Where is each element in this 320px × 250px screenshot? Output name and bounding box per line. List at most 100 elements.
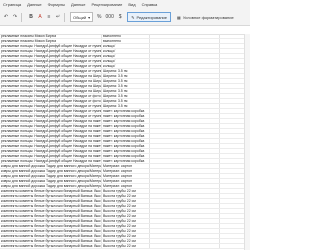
cell-product-name[interactable]: рекламные польцы: Наседр/Цянфуй общие На…: [0, 149, 102, 153]
menu-item[interactable]: Формулы: [45, 2, 68, 7]
cell-attribute[interactable]: Высота трубы 22 см: [102, 209, 150, 213]
cell-attribute[interactable]: Высота трубы 22 см: [102, 214, 150, 218]
cell-attribute[interactable]: Материал: картон: [102, 164, 150, 168]
cell-product-name[interactable]: рекламные польцы: Наседр/Цянфуй общие На…: [0, 59, 102, 63]
cell-attribute[interactable]: кольцо/: [102, 49, 150, 53]
cell-product-name[interactable]: ковры для ванной дорожка Тадир для ванно…: [0, 169, 102, 173]
cell-attribute[interactable]: Материал: картон: [102, 169, 150, 173]
cell-attribute[interactable]: Высота трубы 22 см: [102, 239, 150, 243]
cell-product-name[interactable]: комплекты компеты белые бутылочки бинарн…: [0, 229, 102, 233]
cell-extra[interactable]: [150, 109, 220, 113]
cell-extra[interactable]: [150, 119, 220, 123]
bold-icon[interactable]: B: [28, 14, 34, 20]
cell-product-name[interactable]: рекламные польцы: Наседр/Цянфуй общие На…: [0, 124, 102, 128]
cell-extra[interactable]: [150, 134, 220, 138]
cell-product-name[interactable]: рекламные польцы: Наседр/Цянфуй общие На…: [0, 54, 102, 58]
cell-product-name[interactable]: комплекты компеты белые бутылочки бинарн…: [0, 204, 102, 208]
cell-product-name[interactable]: рекламные польцы: Наседр/Цянфуй общие На…: [0, 139, 102, 143]
cell-product-name[interactable]: рекламные польцы: Наседр/Цянфуй общие На…: [0, 159, 102, 163]
menu-item[interactable]: Данные: [24, 2, 44, 7]
cell-extra[interactable]: [150, 244, 220, 248]
cell-attribute[interactable]: пакет: картонная коробка: [102, 109, 150, 113]
editing-mode-button[interactable]: ✎ Редактирование: [127, 12, 172, 22]
cell-product-name[interactable]: рекламные польцы: Наседр/Цянфуй общие На…: [0, 99, 102, 103]
cell-attribute[interactable]: Высота трубы 22 см: [102, 234, 150, 238]
cell-extra[interactable]: [150, 64, 220, 68]
cell-extra[interactable]: [150, 209, 220, 213]
cell-attribute[interactable]: Материал: картон: [102, 174, 150, 178]
cell-attribute[interactable]: пакет: картонная коробка: [102, 114, 150, 118]
cell-product-name[interactable]: рекламные польцы: Наседр/Цянфуй общие На…: [0, 109, 102, 113]
cell-product-name[interactable]: рекламные польцы: Наседр/Цянфуй общие На…: [0, 134, 102, 138]
cell-extra[interactable]: [150, 219, 220, 223]
cell-attribute[interactable]: Ширина: 3.5 гм: [102, 74, 150, 78]
cell-extra[interactable]: [150, 49, 220, 53]
cell-product-name[interactable]: рекламные польцы: Наседр/Цянфуй общие На…: [0, 69, 102, 73]
menu-item[interactable]: Вид: [125, 2, 138, 7]
cell-attribute[interactable]: Ширина: 3.5 гм: [102, 69, 150, 73]
redo-icon[interactable]: ↷: [12, 14, 18, 20]
cell-attribute[interactable]: Высота трубы 22 см: [102, 194, 150, 198]
cell-attribute[interactable]: пакет: картонная коробка: [102, 134, 150, 138]
cell-extra[interactable]: [150, 39, 220, 43]
cell-extra[interactable]: [150, 79, 220, 83]
cell-product-name[interactable]: рекламные польцы: Наседр/Цянфуй общие На…: [0, 49, 102, 53]
cell-extra[interactable]: [150, 99, 220, 103]
cell-product-name[interactable]: рекламные польцы: Наседр/Цянфуй общие На…: [0, 94, 102, 98]
cell-extra[interactable]: [150, 84, 220, 88]
cell-extra[interactable]: [150, 89, 220, 93]
cell-attribute[interactable]: пакет: картонная коробка: [102, 119, 150, 123]
cell-extra[interactable]: [150, 159, 220, 163]
vertical-scrollbar[interactable]: [244, 34, 250, 250]
cell-attribute[interactable]: пакет: картонная коробка: [102, 149, 150, 153]
cell-attribute[interactable]: Высота трубы 22 см: [102, 204, 150, 208]
cell-product-name[interactable]: комплекты компеты белые бутылочки бинарн…: [0, 239, 102, 243]
cell-attribute[interactable]: пакет: картонная коробка: [102, 154, 150, 158]
cell-attribute[interactable]: Ширина: 3.5 гм: [102, 94, 150, 98]
cell-extra[interactable]: [150, 164, 220, 168]
cell-extra[interactable]: [150, 189, 220, 193]
cell-product-name[interactable]: рекламные плакаты Мискэ Бирюз: [0, 39, 102, 43]
cell-extra[interactable]: [150, 54, 220, 58]
cell-product-name[interactable]: комплекты компеты белые бутылочки бинарн…: [0, 214, 102, 218]
cell-extra[interactable]: [150, 214, 220, 218]
cell-attribute[interactable]: кольцо/: [102, 44, 150, 48]
cell-attribute[interactable]: кольцо/: [102, 64, 150, 68]
cell-extra[interactable]: [150, 224, 220, 228]
cell-extra[interactable]: [150, 179, 220, 183]
align-left-icon[interactable]: ≡: [46, 14, 52, 20]
cell-product-name[interactable]: рекламные польцы: Наседр/Цянфуй общие На…: [0, 44, 102, 48]
cell-product-name[interactable]: комплекты компеты белые бутылочки бинарн…: [0, 224, 102, 228]
cell-attribute[interactable]: Материал: картон: [102, 184, 150, 188]
cell-attribute[interactable]: выполнено: [102, 39, 150, 43]
cell-product-name[interactable]: рекламные польцы: Наседр/Цянфуй общие На…: [0, 64, 102, 68]
cell-attribute[interactable]: пакет: картонная коробка: [102, 144, 150, 148]
cell-attribute[interactable]: Ширина: 3.5 гм: [102, 84, 150, 88]
cell-product-name[interactable]: рекламные польцы: Наседр/Цянфуй общие На…: [0, 144, 102, 148]
cell-extra[interactable]: [150, 174, 220, 178]
cell-extra[interactable]: [150, 154, 220, 158]
cell-attribute[interactable]: пакет: картонная коробка: [102, 129, 150, 133]
cell-extra[interactable]: [150, 139, 220, 143]
cell-extra[interactable]: [150, 229, 220, 233]
cell-product-name[interactable]: рекламные плакаты Мискэ Бирюз: [0, 34, 102, 38]
cell-product-name[interactable]: комплекты компеты белые бутылочки бинарн…: [0, 189, 102, 193]
menu-item[interactable]: Справка: [139, 2, 161, 7]
cell-extra[interactable]: [150, 169, 220, 173]
cell-product-name[interactable]: комплекты компеты белые бутылочки бинарн…: [0, 234, 102, 238]
cell-extra[interactable]: [150, 59, 220, 63]
cell-attribute[interactable]: выполнено: [102, 34, 150, 38]
cell-product-name[interactable]: рекламные польцы: Наседр/Цянфуй общие На…: [0, 89, 102, 93]
cell-attribute[interactable]: пакет: картонная коробка: [102, 159, 150, 163]
cell-attribute[interactable]: пакет: картонная коробка: [102, 139, 150, 143]
cell-product-name[interactable]: ковры для ванной дорожка Тадир для ванно…: [0, 184, 102, 188]
cell-attribute[interactable]: Ширина: 3.5 гм: [102, 89, 150, 93]
cell-attribute[interactable]: Высота трубы 22 см: [102, 199, 150, 203]
cell-product-name[interactable]: рекламные польцы: Наседр/Цянфуй общие На…: [0, 79, 102, 83]
cell-extra[interactable]: [150, 204, 220, 208]
cell-product-name[interactable]: комплекты компеты белые бутылочки бинарн…: [0, 199, 102, 203]
cell-attribute[interactable]: Высота трубы 22 см: [102, 219, 150, 223]
cell-attribute[interactable]: Ширина: 3.5 гм: [102, 104, 150, 108]
cell-extra[interactable]: [150, 114, 220, 118]
cell-attribute[interactable]: Высота трубы 22 см: [102, 229, 150, 233]
